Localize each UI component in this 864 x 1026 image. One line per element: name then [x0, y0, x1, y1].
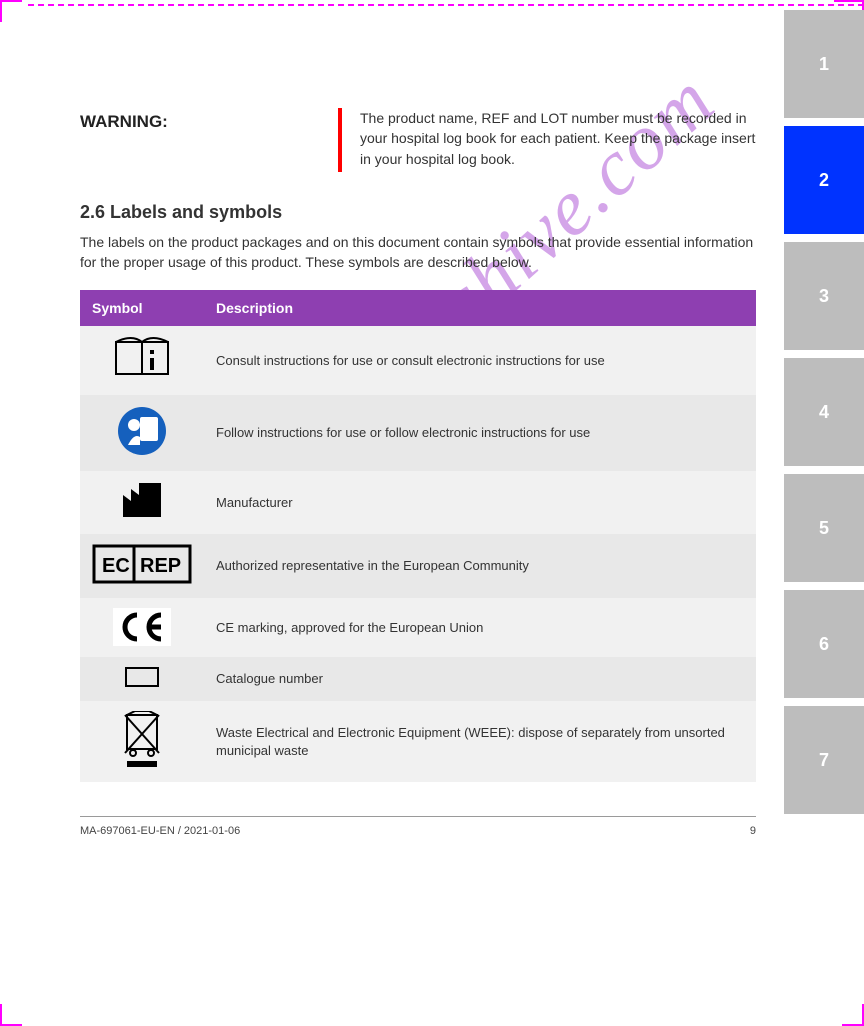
weee-icon	[121, 711, 163, 767]
consult-ifu-icon	[112, 336, 172, 380]
footer-page-number: 9	[750, 825, 756, 837]
table-row: CE marking, approved for the European Un…	[80, 598, 756, 657]
cell-desc: Catalogue number	[204, 657, 756, 702]
warning-bar	[338, 108, 342, 172]
table-row: Catalogue number	[80, 657, 756, 702]
symbols-table: Symbol Description	[80, 290, 756, 782]
ref-box-icon	[125, 667, 159, 687]
side-tabs: 1 2 3 4 5 6 7	[784, 10, 864, 814]
warning-block: WARNING: The product name, REF and LOT n…	[80, 108, 756, 172]
crop-mark	[842, 1004, 864, 1026]
tab-5[interactable]: 5	[784, 474, 864, 582]
tab-1[interactable]: 1	[784, 10, 864, 118]
cell-desc: Waste Electrical and Electronic Equipmen…	[204, 701, 756, 782]
col-header-symbol: Symbol	[80, 290, 204, 326]
page-footer: MA-697061-EU-EN / 2021-01-06 9	[80, 825, 756, 837]
ce-mark-icon	[113, 608, 171, 646]
section-lead: The labels on the product packages and o…	[80, 233, 756, 272]
tab-7[interactable]: 7	[784, 706, 864, 814]
top-dashed-rule	[28, 4, 864, 6]
table-row: Manufacturer	[80, 471, 756, 534]
crop-mark	[0, 0, 22, 22]
tab-2[interactable]: 2	[784, 126, 864, 234]
section-heading: 2.6 Labels and symbols	[80, 202, 756, 223]
table-row: Waste Electrical and Electronic Equipmen…	[80, 701, 756, 782]
cell-desc: Consult instructions for use or consult …	[204, 326, 756, 395]
crop-mark	[0, 1004, 22, 1026]
table-row: EC REP Authorized representative in the …	[80, 534, 756, 599]
follow-ifu-icon	[116, 405, 168, 457]
svg-text:EC: EC	[102, 555, 130, 577]
warning-body: The product name, REF and LOT number mus…	[360, 108, 756, 172]
cell-desc: CE marking, approved for the European Un…	[204, 598, 756, 657]
cell-desc: Authorized representative in the Europea…	[204, 534, 756, 599]
ec-rep-icon: EC REP	[92, 544, 192, 584]
col-header-description: Description	[204, 290, 756, 326]
footer-rule	[80, 816, 756, 817]
tab-6[interactable]: 6	[784, 590, 864, 698]
svg-text:REP: REP	[140, 555, 181, 577]
table-row: Follow instructions for use or follow el…	[80, 395, 756, 472]
warning-label: WARNING:	[80, 108, 190, 172]
cell-desc: Follow instructions for use or follow el…	[204, 395, 756, 472]
tab-3[interactable]: 3	[784, 242, 864, 350]
manufacturer-icon	[121, 481, 163, 519]
page-content: WARNING: The product name, REF and LOT n…	[80, 108, 756, 837]
cell-desc: Manufacturer	[204, 471, 756, 534]
footer-doc-id: MA-697061-EU-EN / 2021-01-06	[80, 825, 240, 837]
tab-4[interactable]: 4	[784, 358, 864, 466]
table-row: Consult instructions for use or consult …	[80, 326, 756, 395]
